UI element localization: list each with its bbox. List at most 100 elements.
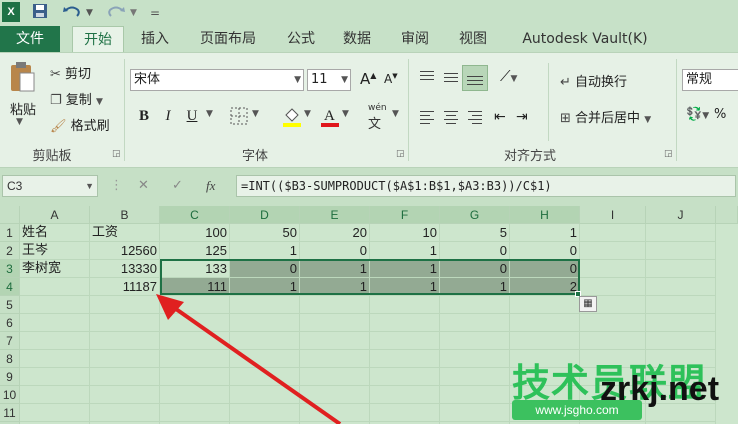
font-launcher-icon[interactable]: ◲: [396, 149, 405, 159]
cell-empty[interactable]: [510, 296, 580, 314]
borders-dropdown-icon[interactable]: ▼: [252, 109, 259, 119]
cell-empty[interactable]: [510, 314, 580, 332]
font-color-dropdown-icon[interactable]: ▼: [342, 109, 349, 119]
column-header-e[interactable]: E: [300, 206, 370, 224]
clipboard-launcher-icon[interactable]: ◲: [112, 149, 121, 159]
cell-f2[interactable]: 1: [370, 242, 440, 260]
name-box-dropdown-icon[interactable]: ▼: [85, 176, 94, 196]
tab-page-layout[interactable]: 页面布局: [192, 26, 264, 52]
row-header[interactable]: 6: [0, 314, 20, 332]
cell-empty[interactable]: [20, 350, 90, 368]
cell-empty[interactable]: [580, 260, 646, 278]
redo-dropdown-icon[interactable]: ▼: [130, 3, 137, 23]
cell-d3[interactable]: 0: [230, 260, 300, 278]
cell-f1[interactable]: 10: [370, 224, 440, 242]
cell-b2[interactable]: 12560: [90, 242, 160, 260]
save-icon[interactable]: [32, 3, 48, 23]
row-header[interactable]: 7: [0, 332, 20, 350]
orientation-button[interactable]: ⟋▼: [500, 67, 517, 85]
cell-c1[interactable]: 100: [160, 224, 230, 242]
row-header[interactable]: 4: [0, 278, 20, 296]
decrease-indent-button[interactable]: ⇤: [494, 109, 506, 125]
cell-empty[interactable]: [646, 296, 716, 314]
cell-a1[interactable]: 姓名: [20, 224, 90, 242]
row-header[interactable]: 2: [0, 242, 20, 260]
font-size-combo[interactable]: 11 ▼: [307, 69, 351, 91]
cell-a4[interactable]: [20, 278, 90, 296]
cell-empty[interactable]: [646, 278, 716, 296]
excel-app-icon[interactable]: X: [2, 2, 20, 22]
cell-empty[interactable]: [580, 314, 646, 332]
cell-empty[interactable]: [370, 368, 440, 386]
redo-icon[interactable]: [106, 3, 126, 23]
font-size-dropdown-icon[interactable]: ▼: [341, 70, 348, 90]
font-name-combo[interactable]: 宋体 ▼: [130, 69, 304, 91]
row-header[interactable]: 5: [0, 296, 20, 314]
column-header-i[interactable]: I: [580, 206, 646, 224]
cell-empty[interactable]: [510, 332, 580, 350]
phonetic-dropdown-icon[interactable]: ▼: [392, 109, 399, 119]
cell-e3[interactable]: 1: [300, 260, 370, 278]
cell-empty[interactable]: [370, 350, 440, 368]
cell-b1[interactable]: 工资: [90, 224, 160, 242]
column-header-d[interactable]: D: [230, 206, 300, 224]
tab-view[interactable]: 视图: [452, 26, 494, 52]
enter-icon[interactable]: ✓: [172, 175, 183, 197]
cell-empty[interactable]: [20, 296, 90, 314]
tab-file[interactable]: 文件: [0, 26, 60, 52]
font-name-dropdown-icon[interactable]: ▼: [294, 70, 301, 90]
cell-empty[interactable]: [20, 314, 90, 332]
cell-empty[interactable]: [370, 404, 440, 422]
undo-dropdown-icon[interactable]: ▼: [86, 3, 93, 23]
column-header-g[interactable]: G: [440, 206, 510, 224]
font-color-button[interactable]: A: [320, 105, 340, 131]
column-header-k[interactable]: [716, 206, 738, 224]
row-header[interactable]: 11: [0, 404, 20, 422]
paste-icon[interactable]: [8, 61, 36, 95]
increase-indent-button[interactable]: ⇥: [516, 109, 528, 125]
column-header-f[interactable]: F: [370, 206, 440, 224]
customize-qat-icon[interactable]: =: [150, 3, 160, 23]
cell-g4[interactable]: 1: [440, 278, 510, 296]
cell-empty[interactable]: [646, 224, 716, 242]
fill-color-button[interactable]: [282, 105, 302, 131]
align-middle-button[interactable]: [440, 67, 462, 89]
align-top-button[interactable]: [416, 67, 438, 89]
row-header[interactable]: 3: [0, 260, 20, 278]
column-header-h[interactable]: H: [510, 206, 580, 224]
cell-a2[interactable]: 王岑: [20, 242, 90, 260]
tab-review[interactable]: 审阅: [394, 26, 436, 52]
row-header[interactable]: 1: [0, 224, 20, 242]
cell-empty[interactable]: [646, 332, 716, 350]
tab-home[interactable]: 开始: [72, 26, 124, 52]
align-right-button[interactable]: [464, 107, 486, 129]
cell-empty[interactable]: [646, 242, 716, 260]
cell-empty[interactable]: [20, 332, 90, 350]
tab-autodesk-vault[interactable]: Autodesk Vault(K): [512, 26, 658, 52]
cell-empty[interactable]: [580, 242, 646, 260]
cell-h4[interactable]: 2: [510, 278, 580, 296]
cell-c3[interactable]: 133: [160, 260, 230, 278]
cell-empty[interactable]: [440, 332, 510, 350]
phonetic-guide-button[interactable]: wén 文: [368, 103, 387, 132]
cell-d2[interactable]: 1: [230, 242, 300, 260]
number-format-combo[interactable]: 常规: [682, 69, 738, 91]
paste-button[interactable]: 粘贴: [6, 99, 40, 118]
cell-h1[interactable]: 1: [510, 224, 580, 242]
name-box[interactable]: C3 ▼: [2, 175, 98, 197]
cell-empty[interactable]: [370, 314, 440, 332]
cell-f4[interactable]: 1: [370, 278, 440, 296]
cancel-icon[interactable]: ✕: [138, 175, 149, 197]
row-header[interactable]: 10: [0, 386, 20, 404]
cell-empty[interactable]: [440, 386, 510, 404]
cell-empty[interactable]: [440, 404, 510, 422]
cell-empty[interactable]: [370, 386, 440, 404]
borders-button[interactable]: [230, 107, 248, 129]
alignment-launcher-icon[interactable]: ◲: [664, 149, 673, 159]
quick-analysis-icon[interactable]: ▦: [579, 296, 597, 312]
merge-dropdown-icon[interactable]: ▼: [644, 115, 651, 125]
align-left-button[interactable]: [416, 107, 438, 129]
cell-empty[interactable]: [20, 404, 90, 422]
underline-dropdown-icon[interactable]: ▼: [206, 109, 213, 119]
wrap-text-button[interactable]: ↵ 自动换行: [560, 71, 627, 90]
